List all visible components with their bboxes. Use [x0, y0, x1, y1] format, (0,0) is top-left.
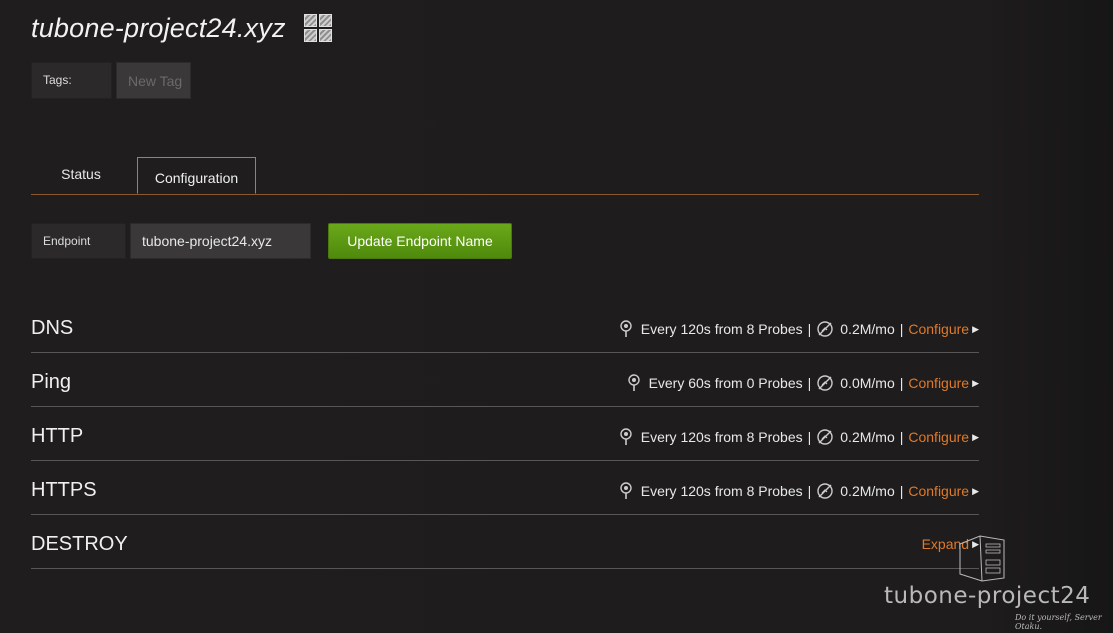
tab-configuration[interactable]: Configuration: [137, 157, 256, 194]
new-tag-input[interactable]: New Tag: [116, 62, 191, 99]
watermark-slogan: Do it yourself, Server Otaku.: [1015, 613, 1102, 631]
endpoint-name-input[interactable]: tubone-project24.xyz: [130, 223, 311, 259]
section-destroy: DESTROY Expand ▶: [31, 515, 979, 569]
bandwidth-value: 0.0M/mo: [840, 375, 895, 391]
section-meta: Every 120s from 8 Probes | 0.2M/mo | Con…: [619, 320, 979, 338]
probe-frequency: Every 120s from 8 Probes: [640, 429, 803, 445]
separator: |: [807, 321, 812, 337]
separator: |: [807, 483, 812, 499]
separator: |: [899, 429, 904, 445]
probe-icon: [620, 320, 632, 337]
separator: |: [899, 375, 904, 391]
section-name: HTTPS: [31, 479, 97, 501]
section-name: HTTP: [31, 425, 84, 447]
section-https: HTTPS Every 120s from 8 Probes | 0.2M/mo…: [31, 461, 979, 515]
bandwidth-icon: [817, 321, 833, 337]
page: tubone-project24.xyz Tags: New Tag Statu…: [0, 0, 1113, 633]
caret-right-icon: ▶: [972, 485, 979, 496]
server-logo-icon: [959, 535, 1005, 582]
endpoint-label: Endpoint: [31, 223, 126, 259]
section-meta: Every 60s from 0 Probes | 0.0M/mo | Conf…: [627, 374, 979, 392]
probe-frequency: Every 120s from 8 Probes: [640, 321, 803, 337]
caret-right-icon: ▶: [972, 323, 979, 334]
configure-link[interactable]: Configure: [908, 321, 969, 337]
check-sections: DNS Every 120s from 8 Probes | 0.2M/mo |…: [31, 299, 979, 569]
section-name: DESTROY: [31, 533, 128, 555]
bandwidth-icon: [817, 483, 833, 499]
tab-bar: Status Configuration: [31, 157, 979, 195]
bandwidth-icon: [817, 375, 833, 391]
separator: |: [899, 321, 904, 337]
page-title: tubone-project24.xyz: [31, 12, 286, 43]
page-header: tubone-project24.xyz: [31, 8, 332, 48]
separator: |: [899, 483, 904, 499]
configure-link[interactable]: Configure: [908, 375, 969, 391]
section-http: HTTP Every 120s from 8 Probes | 0.2M/mo …: [31, 407, 979, 461]
section-ping: Ping Every 60s from 0 Probes | 0.0M/mo |…: [31, 353, 979, 407]
section-dns: DNS Every 120s from 8 Probes | 0.2M/mo |…: [31, 299, 979, 353]
separator: |: [807, 429, 812, 445]
endpoint-form: Endpoint tubone-project24.xyz Update End…: [31, 223, 512, 259]
bandwidth-value: 0.2M/mo: [840, 483, 895, 499]
section-meta: Every 120s from 8 Probes | 0.2M/mo | Con…: [619, 428, 979, 446]
caret-right-icon: ▶: [972, 377, 979, 388]
tags-bar: Tags: New Tag: [31, 62, 191, 99]
tab-status[interactable]: Status: [31, 157, 131, 194]
probe-frequency: Every 60s from 0 Probes: [648, 375, 803, 391]
bandwidth-value: 0.2M/mo: [840, 429, 895, 445]
separator: |: [807, 375, 812, 391]
update-endpoint-button[interactable]: Update Endpoint Name: [328, 223, 512, 259]
probe-icon: [627, 374, 640, 391]
configure-link[interactable]: Configure: [908, 429, 969, 445]
configure-link[interactable]: Configure: [908, 483, 969, 499]
watermark-brand: tubone-project24: [884, 583, 1091, 609]
probe-icon: [620, 482, 632, 499]
bandwidth-value: 0.2M/mo: [840, 321, 895, 337]
tags-label: Tags:: [31, 62, 112, 99]
section-meta: Every 120s from 8 Probes | 0.2M/mo | Con…: [619, 482, 979, 500]
probe-frequency: Every 120s from 8 Probes: [640, 483, 803, 499]
section-name: Ping: [31, 371, 72, 393]
bandwidth-icon: [817, 429, 833, 445]
section-name: DNS: [31, 317, 74, 339]
probe-icon: [620, 428, 632, 445]
grid-icon[interactable]: [303, 14, 332, 42]
caret-right-icon: ▶: [972, 431, 979, 442]
